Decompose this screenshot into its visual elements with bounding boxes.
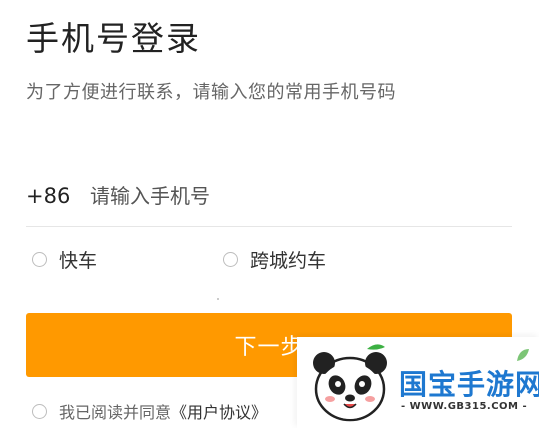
agreement-row: 我已阅读并同意 《用户协议》 [32, 399, 267, 423]
phone-input[interactable] [90, 176, 512, 216]
agreement-text: 我已阅读并同意 [59, 403, 172, 422]
ride-option-label: 跨城约车 [250, 250, 327, 272]
radio-button[interactable] [32, 252, 47, 267]
radio-button[interactable] [223, 252, 238, 267]
user-agreement-link[interactable]: 《用户协议》 [171, 399, 267, 423]
panda-logo-icon [313, 344, 387, 422]
page-title: 手机号登录 [26, 19, 201, 58]
ride-option-express[interactable]: 快车 [32, 246, 97, 273]
ride-option-label: 快车 [59, 250, 98, 272]
phone-row: +86 [26, 166, 512, 227]
watermark: 国宝手游网 - WWW.GB315.COM - [297, 337, 539, 428]
leaf-icon [517, 349, 529, 361]
ride-option-intercity[interactable]: 跨城约车 [223, 246, 326, 273]
watermark-url: - WWW.GB315.COM - [401, 401, 528, 412]
country-code[interactable]: +86 [26, 184, 90, 208]
divider-dot [217, 298, 219, 300]
watermark-brand: 国宝手游网 [399, 368, 539, 401]
page-subtitle: 为了方便进行联系，请输入您的常用手机号码 [26, 82, 396, 103]
agreement-checkbox[interactable] [32, 403, 47, 419]
